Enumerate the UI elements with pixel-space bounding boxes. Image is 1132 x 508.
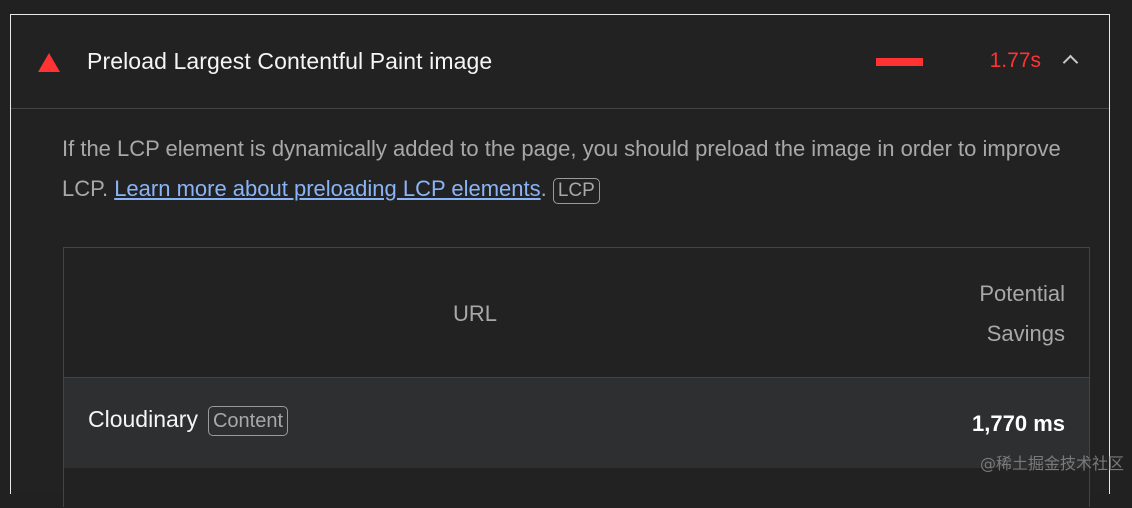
chevron-up-icon[interactable]	[1063, 55, 1079, 71]
metric-bar	[876, 58, 923, 66]
table-row: Cloudinary Content 1,770 ms	[64, 378, 1089, 468]
audit-header-toggle[interactable]: Preload Largest Contentful Paint image 1…	[11, 15, 1109, 109]
lcp-tag: LCP	[553, 178, 600, 204]
savings-header-line-2: Savings	[987, 321, 1065, 346]
learn-more-link[interactable]: Learn more about preloading LCP elements	[114, 176, 540, 201]
content-tag: Content	[208, 406, 288, 436]
column-header-url: URL	[453, 301, 497, 327]
table-header: URL Potential Savings	[64, 248, 1089, 378]
details-table: URL Potential Savings Cloudinary Content 1…	[63, 247, 1090, 507]
fail-triangle-icon	[38, 53, 60, 72]
metric-value: 1.77s	[990, 49, 1041, 73]
column-header-potential-savings: Potential Savings	[979, 274, 1065, 354]
audit-description: If the LCP element is dynamically added …	[62, 129, 1102, 209]
description-text-after: .	[541, 176, 553, 201]
row-savings-cell: 1,770 ms	[972, 411, 1065, 437]
row-url-cell: Cloudinary Content	[88, 406, 288, 436]
savings-header-line-1: Potential	[979, 281, 1065, 306]
table-row-partial	[64, 468, 1089, 508]
audit-title: Preload Largest Contentful Paint image	[87, 48, 492, 75]
entity-name: Cloudinary	[88, 406, 198, 432]
lcp-preload-audit: Preload Largest Contentful Paint image 1…	[10, 14, 1110, 494]
watermark: @稀土掘金技术社区	[980, 450, 1124, 474]
